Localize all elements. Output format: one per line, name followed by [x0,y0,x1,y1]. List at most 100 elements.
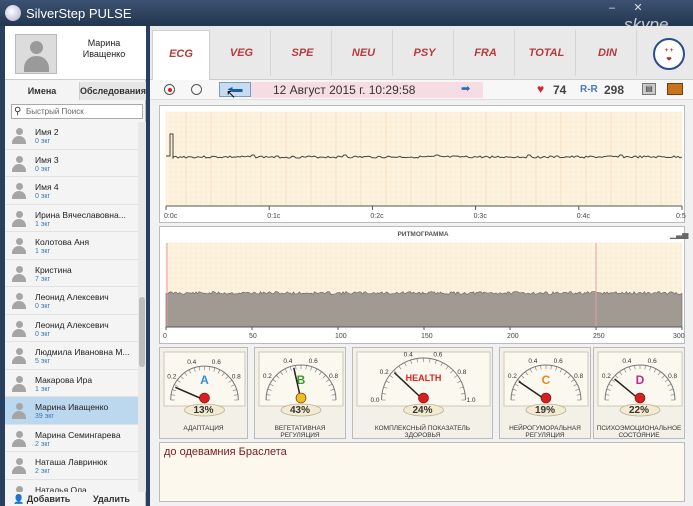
search-placeholder: Быстрый Поиск [26,107,84,116]
patient-item[interactable]: Людмила Ивановна М... 5 экг [5,342,138,370]
patient-name: Марина Иващенко [35,402,109,412]
gauge-b: 0.2 0.4 0.6 0.8 B 43% ВЕГЕТАТИВНАЯ РЕГУЛЯЦИЯ [254,347,346,439]
rhythmogram-title: РИТМОГРАММА [397,231,449,238]
gauge-indicator-dot [199,392,210,404]
close-icon[interactable]: ✕ [629,2,647,14]
analysis-tabs: + + ❤ ECG VEG SPE NEU PSY FRA TOTAL DIN [150,26,693,80]
patient-avatar-icon [11,183,27,199]
rhythmogram-chart: 0 50 100 150 200 250 300 [163,242,685,340]
patient-avatar-icon [11,375,27,392]
patient-avatar-icon [11,210,27,227]
patient-avatar-icon [11,403,27,419]
patient-list: Имя 20 экг Имя 30 экг Имя 40 экг Ирина Вяче… [5,122,138,492]
patient-name: Имя 3 [35,154,59,165]
patient-list-scrollbar[interactable] [138,122,146,492]
patient-item[interactable]: Колотова Аня 1 экг [5,232,138,260]
patient-name: Людмила Ивановна М... [35,347,130,357]
patient-name: Наташа Лавринюк [35,457,108,467]
rhythm-tick-label: 100 [335,333,347,340]
tab-names[interactable]: Имена [5,82,79,100]
gauge-scale-label: 0.8 [232,374,241,381]
gauge-percent: 19% [534,405,555,416]
patient-avatar-icon [11,155,27,172]
patient-ecg-count: 7 экг [35,275,51,283]
patient-item[interactable]: Марина Семингарева 2 экг [5,425,138,452]
record-datetime: 12 Август 2015 г. 10:29:58 ➡ [251,82,483,98]
next-record-button[interactable]: ➡ [461,82,470,95]
patient-ecg-count: 0 экг [35,138,51,145]
app-title: SilverStep PULSE [26,6,132,21]
scrollbar-thumb[interactable] [139,297,145,367]
gauge-percent: 24% [412,405,433,416]
delete-patient-button[interactable]: Удалить [93,494,130,504]
patient-item[interactable]: Наташа Лавринюк 2 экг [5,452,138,480]
refresh-button[interactable] [191,84,202,95]
gauge-scale-label: 0.8 [574,373,583,380]
gauge-scale-label: 0.4 [622,358,631,365]
ecg-tick-label: 0:3c [474,213,488,220]
gauge-scale-label: 0.6 [648,358,657,365]
gauge-letter: HEALTH [406,373,442,383]
tab-ecg[interactable]: ECG [152,30,210,80]
gauge-scale-label: 0.6 [309,358,318,365]
gauge-scale-label: 0.4 [404,351,413,358]
patient-ecg-count: 0 экг [35,193,51,200]
tab-neu[interactable]: NEU [335,30,393,76]
sidebar-tabs: Имена Обследования [5,82,146,100]
rhythmogram-panel: 0 50 100 150 200 250 300 РИТМОГРАММА ▁▃▅ [159,226,688,344]
profile-name: Марина Иващенко [82,38,126,59]
record-button[interactable] [164,84,175,95]
tab-spe[interactable]: SPE [274,30,332,76]
patient-avatar-icon [11,128,27,144]
rhythm-tick-label: 250 [593,333,605,340]
tab-fra[interactable]: FRA [457,30,515,76]
gauge-d: 0.2 0.4 0.6 0.8 D 22% ПСИХОЭМОЦИОНАЛЬНОЕ СОСТОЯ… [593,347,685,439]
patient-item[interactable]: Кристина 7 экг [5,260,138,287]
gauge-label: НЕЙРОГУМОРАЛЬНАЯ РЕГУЛЯЦИЯ [509,425,581,439]
patient-ecg-count: 2 экг [35,440,51,448]
tab-total[interactable]: TOTAL [518,30,576,76]
rhythm-tick-label: 0 [163,333,167,340]
add-patient-button[interactable]: 👤 Добавить [13,494,70,505]
patient-avatar-icon [11,320,27,337]
patient-ecg-count: 2 экг [35,468,51,475]
patient-name: Леонид Алексевич [35,319,109,330]
gauge-scale-label: 0.0 [371,397,380,404]
patient-item[interactable]: Марина Иващенко 39 экг [5,397,138,425]
ecg-tick-label: 0:0c [164,213,178,220]
notes-panel[interactable]: до одевамния Браслета [159,442,685,502]
patient-item[interactable]: Имя 20 экг [5,122,138,150]
print-icon[interactable]: ▤ [642,83,656,95]
tab-veg[interactable]: VEG [213,30,271,76]
tab-psy[interactable]: PSY [396,30,454,76]
gauge-percent: 43% [289,405,310,416]
tab-din[interactable]: DIN [579,30,637,76]
gauges-row: 0.2 0.4 0.6 0.8 A 13% АДАПТАЦИЯ 0.2 0.4 0.6 0.8 B 43… [159,347,685,439]
gauge-label: АДАПТАЦИЯ [183,425,224,432]
tab-examinations[interactable]: Обследования [79,82,146,100]
gauge-indicator-dot [295,392,307,404]
minimize-icon[interactable]: – [603,2,621,14]
rhythm-tick-label: 300 [673,333,685,340]
patient-item[interactable]: Ирина Вячеславовна... 1 экг [5,205,138,232]
search-input[interactable]: ⚲ Быстрый Поиск [11,104,143,119]
report-book-icon[interactable] [667,83,683,95]
rr-label: R-R [580,84,598,95]
patient-ecg-count: 1 экг [35,385,51,393]
patient-name: Наталья Ола [35,484,87,493]
ecg-tick-label: 0:2c [370,213,384,220]
patient-item[interactable]: Макарова Ира 1 экг [5,370,138,397]
gauge-scale-label: 0.4 [283,358,292,365]
search-icon: ⚲ [14,106,22,117]
gauge-scale-label: 0.2 [263,373,272,380]
patient-item[interactable]: Имя 40 экг [5,177,138,205]
patient-item[interactable]: Леонид Алексевич 0 экг [5,315,138,342]
gauge-c: 0.2 0.4 0.6 0.8 C 19% НЕЙРОГУМОРАЛЬНАЯ РЕГУЛЯЦИ… [499,347,591,439]
gauge-scale-label: 0.4 [528,358,537,365]
patient-item[interactable]: Наталья Ола [5,480,138,493]
ecg-panel: 0:0c 0:1c 0:2c 0:3c 0:4c 0:5 [159,105,686,223]
ecg-tick-label: 0:5 [676,213,686,220]
patient-ecg-count: 39 экг [35,413,54,420]
patient-item[interactable]: Леонид Алексевич 0 экг [5,287,138,315]
patient-item[interactable]: Имя 30 экг [5,150,138,177]
